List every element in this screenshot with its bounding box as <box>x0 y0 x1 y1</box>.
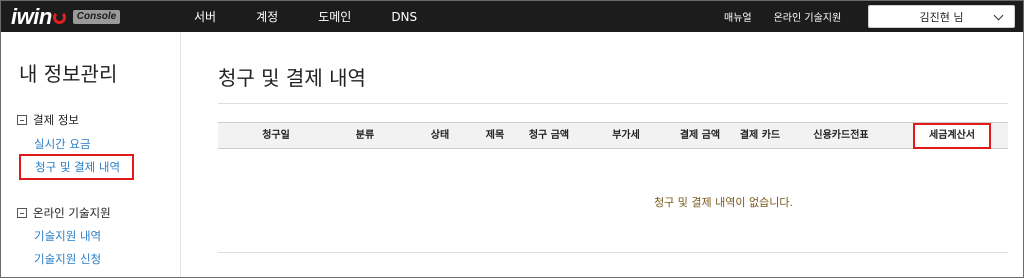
sidebar-group-label: 온라인 기술지원 <box>33 206 111 220</box>
column-header-status: 상태 <box>430 130 450 141</box>
collapse-icon[interactable] <box>17 115 27 125</box>
sidebar-group-billing[interactable]: 결제 정보 <box>17 112 79 128</box>
column-header-tax-invoice: 세금계산서 <box>913 123 991 149</box>
sidebar-group-label: 결제 정보 <box>33 113 79 127</box>
table-header: 청구일 분류 상태 제목 청구 금액 부가세 결제 금액 결제 카드 신용카드전… <box>218 122 1008 149</box>
console-badge: Console <box>72 9 121 24</box>
column-header-vat: 부가세 <box>612 130 640 141</box>
manual-link[interactable]: 매뉴얼 <box>724 9 752 24</box>
nav-item-dns[interactable]: DNS <box>391 10 417 24</box>
column-header-category: 분류 <box>355 130 375 141</box>
column-header-card-receipt: 신용카드전표 <box>813 130 869 141</box>
sidebar-item-billing-history[interactable]: 청구 및 결제 내역 <box>19 154 135 180</box>
column-header-subject: 제목 <box>485 130 505 141</box>
nav-item-account[interactable]: 계정 <box>256 8 278 25</box>
column-header-paid-amount: 결제 금액 <box>679 130 721 141</box>
column-header-billing-date: 청구일 <box>262 130 290 141</box>
sidebar-title: 내 정보관리 <box>19 62 118 86</box>
sidebar-item-realtime-fee[interactable]: 실시간 요금 <box>34 136 91 152</box>
empty-state-message: 청구 및 결제 내역이 없습니다. <box>654 196 793 209</box>
nav-item-domain[interactable]: 도메인 <box>318 8 351 25</box>
table-bottom-divider <box>218 252 1008 253</box>
title-divider <box>218 103 1008 104</box>
user-menu-dropdown[interactable]: 김진현 님 <box>868 5 1015 28</box>
sidebar-group-support[interactable]: 온라인 기술지원 <box>17 205 111 221</box>
collapse-icon[interactable] <box>17 208 27 218</box>
top-nav: 서버 계정 도메인 DNS <box>194 1 457 32</box>
sidebar-item-support-request[interactable]: 기술지원 신청 <box>34 251 101 267</box>
logo-mark-icon <box>52 11 66 24</box>
nav-item-server[interactable]: 서버 <box>194 8 216 25</box>
column-header-payment-card: 결제 카드 <box>739 130 781 141</box>
user-name: 김진현 님 <box>919 10 964 24</box>
online-support-link[interactable]: 온라인 기술지원 <box>774 9 842 24</box>
sidebar-item-support-history[interactable]: 기술지원 내역 <box>34 228 101 244</box>
sidebar: 내 정보관리 결제 정보 실시간 요금 청구 및 결제 내역 온라인 기술지원 … <box>1 32 181 277</box>
chevron-down-icon <box>993 10 1004 21</box>
column-header-billed-amount: 청구 금액 <box>528 130 570 141</box>
top-links: 매뉴얼 온라인 기술지원 <box>724 1 863 32</box>
top-bar: iwin Console 서버 계정 도메인 DNS 매뉴얼 온라인 기술지원 … <box>1 1 1023 32</box>
logo-text: iwin <box>11 3 52 29</box>
brand-logo[interactable]: iwin Console <box>11 3 121 30</box>
page-title: 청구 및 결제 내역 <box>218 66 366 90</box>
